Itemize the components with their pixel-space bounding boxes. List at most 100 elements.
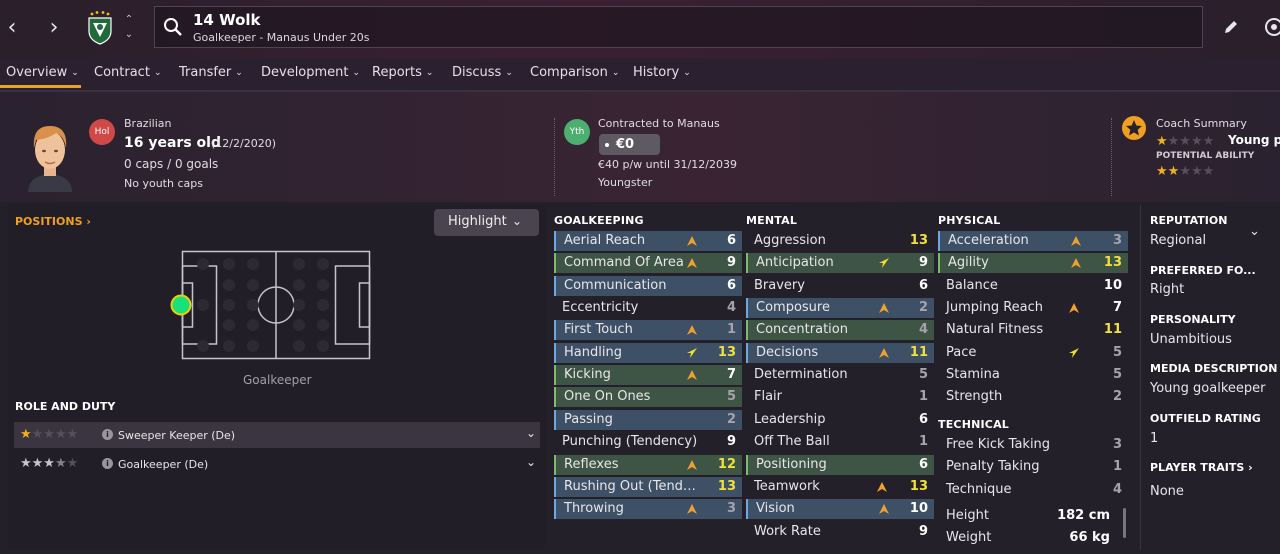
attribute-value: 9 <box>726 255 736 271</box>
attribute-name: Off The Ball <box>754 434 830 450</box>
attribute-value: 13 <box>717 478 736 494</box>
forward-arrow-icon[interactable]: › <box>44 15 64 41</box>
date-of-birth: (12/2/2020) <box>211 137 276 150</box>
role-row-goalkeeper[interactable]: ★★★★★ i Goalkeeper (De) ⌄ <box>14 451 540 477</box>
attribute-row[interactable]: Handling 13 <box>554 342 742 363</box>
attribute-value: 6 <box>726 277 736 293</box>
goalkeeper-position-marker[interactable] <box>170 294 192 316</box>
attribute-row[interactable]: Natural Fitness 11 <box>938 320 1128 340</box>
attribute-row[interactable]: Concentration 4 <box>746 320 934 341</box>
attribute-row[interactable]: One On Ones 5 <box>554 387 742 408</box>
attribute-row[interactable]: Agility 13 <box>938 253 1128 274</box>
attribute-name: Positioning <box>756 456 827 472</box>
attribute-row[interactable]: Aerial Reach 6 <box>554 231 742 251</box>
positions-link[interactable]: POSITIONS › <box>15 215 91 228</box>
search-icon[interactable] <box>163 17 183 37</box>
tab-comparison[interactable]: Comparison ⌄ <box>530 65 619 80</box>
attribute-row[interactable]: First Touch 1 <box>554 320 742 341</box>
attribute-row[interactable]: Punching (Tendency) 9 <box>554 432 742 452</box>
info-icon[interactable]: i <box>102 429 113 440</box>
attribute-name: Natural Fitness <box>946 322 1044 338</box>
tab-contract[interactable]: Contract ⌄ <box>94 65 161 80</box>
divider <box>554 118 555 196</box>
tab-transfer[interactable]: Transfer ⌄ <box>179 65 243 80</box>
attribute-row[interactable]: Throwing 3 <box>554 499 742 520</box>
player-switch-arrows[interactable]: ⌃ ⌄ <box>122 12 136 42</box>
football-icon[interactable] <box>1264 17 1280 37</box>
attribute-row[interactable]: Strength 2 <box>938 387 1128 407</box>
player-avatar[interactable] <box>22 120 78 192</box>
attribute-row[interactable]: Aggression 13 <box>746 231 934 251</box>
attribute-row[interactable]: Command Of Area 9 <box>554 253 742 274</box>
personality-value: Unambitious <box>1150 332 1232 347</box>
attribute-row[interactable]: Technique 4 <box>938 480 1128 500</box>
attribute-value: 7 <box>726 367 736 383</box>
pencil-icon[interactable] <box>1222 18 1240 36</box>
attribute-row[interactable]: Composure 2 <box>746 298 934 319</box>
attribute-value: 6 <box>726 233 736 248</box>
attribute-row[interactable]: Positioning 6 <box>746 454 934 475</box>
attribute-name: Punching (Tendency) <box>562 434 698 450</box>
attribute-row[interactable]: Free Kick Taking 3 <box>938 435 1128 455</box>
attribute-row[interactable]: Pace 5 <box>938 343 1128 363</box>
progress-up-arrow-icon <box>879 303 889 314</box>
attribute-row[interactable]: Stamina 5 <box>938 365 1128 385</box>
attribute-row[interactable]: Balance 10 <box>938 276 1128 296</box>
player-value[interactable]: €0 <box>599 134 660 155</box>
attribute-row[interactable]: Reflexes 12 <box>554 454 742 475</box>
tab-history[interactable]: History ⌄ <box>633 65 691 80</box>
attribute-row[interactable]: Flair 1 <box>746 387 934 407</box>
attribute-row[interactable]: Rushing Out (Tend… 13 <box>554 476 742 497</box>
attribute-row[interactable]: Communication 6 <box>554 275 742 296</box>
attribute-row[interactable]: Jumping Reach 7 <box>938 298 1128 318</box>
attribute-value: 13 <box>717 344 736 360</box>
progress-up-arrow-icon <box>687 370 697 381</box>
outfield-rating-title: OUTFIELD RATING <box>1150 412 1261 425</box>
attribute-value: 2 <box>918 300 928 316</box>
attribute-name: Kicking <box>564 367 611 383</box>
active-tab-underline <box>0 85 81 88</box>
highlight-dropdown[interactable]: Highlight ⌄ <box>434 209 539 236</box>
coach-summary-label: Coach Summary <box>1156 117 1247 130</box>
attribute-row[interactable]: Anticipation 9 <box>746 253 934 274</box>
attribute-row[interactable]: Teamwork 13 <box>746 477 934 497</box>
tab-discuss[interactable]: Discuss ⌄ <box>452 65 513 80</box>
attribute-row[interactable]: Work Rate 9 <box>746 522 934 542</box>
player-traits-value: None <box>1150 484 1184 499</box>
attribute-row[interactable]: Penalty Taking 1 <box>938 457 1128 477</box>
nation-badge[interactable]: Hol <box>89 119 115 145</box>
tab-development[interactable]: Development ⌄ <box>261 65 360 80</box>
attribute-row[interactable]: Passing 2 <box>554 409 742 430</box>
chevron-down-icon[interactable]: ⌄ <box>526 455 536 469</box>
attribute-row[interactable]: Determination 5 <box>746 365 934 385</box>
fast-progress-arrow-icon <box>687 347 697 358</box>
attribute-value: 1 <box>726 322 736 338</box>
club-crest-icon[interactable] <box>86 11 114 45</box>
attribute-value: 11 <box>909 344 928 360</box>
attribute-row[interactable]: Acceleration 3 <box>938 231 1128 251</box>
info-icon[interactable]: i <box>102 458 113 469</box>
attribute-row[interactable]: Off The Ball 1 <box>746 432 934 452</box>
tab-reports[interactable]: Reports ⌄ <box>372 65 433 80</box>
attribute-name: Reflexes <box>564 456 619 472</box>
attribute-row[interactable]: Bravery 6 <box>746 276 934 296</box>
attribute-name: Anticipation <box>756 255 834 271</box>
back-arrow-icon[interactable]: ‹ <box>2 15 22 41</box>
current-ability-stars: ★★★★★ <box>1156 134 1215 149</box>
attribute-value: 1 <box>918 434 928 450</box>
player-traits-link[interactable]: PLAYER TRAITS › <box>1150 461 1253 474</box>
role-row-sweeper-keeper[interactable]: ★★★★★ i Sweeper Keeper (De) ⌄ <box>14 422 540 448</box>
attribute-row[interactable]: Leadership 6 <box>746 410 934 430</box>
player-header-box[interactable]: 14 Wolk Goalkeeper - Manaus Under 20s <box>154 6 1203 48</box>
attribute-row[interactable]: Kicking 7 <box>554 365 742 386</box>
attribute-row[interactable]: Vision 10 <box>746 499 934 520</box>
technical-header: TECHNICAL <box>938 418 1009 431</box>
attribute-row[interactable]: Eccentricity 4 <box>554 298 742 318</box>
attribute-name: Work Rate <box>754 523 821 539</box>
preferred-foot-title: PREFERRED FO... <box>1150 264 1256 277</box>
scrollbar[interactable] <box>1123 508 1126 538</box>
tab-overview[interactable]: Overview ⌄ <box>6 65 79 80</box>
chevron-down-icon[interactable]: ⌄ <box>526 426 536 440</box>
attribute-row[interactable]: Decisions 11 <box>746 342 934 363</box>
chevron-down-icon[interactable]: ⌄ <box>1249 224 1260 239</box>
